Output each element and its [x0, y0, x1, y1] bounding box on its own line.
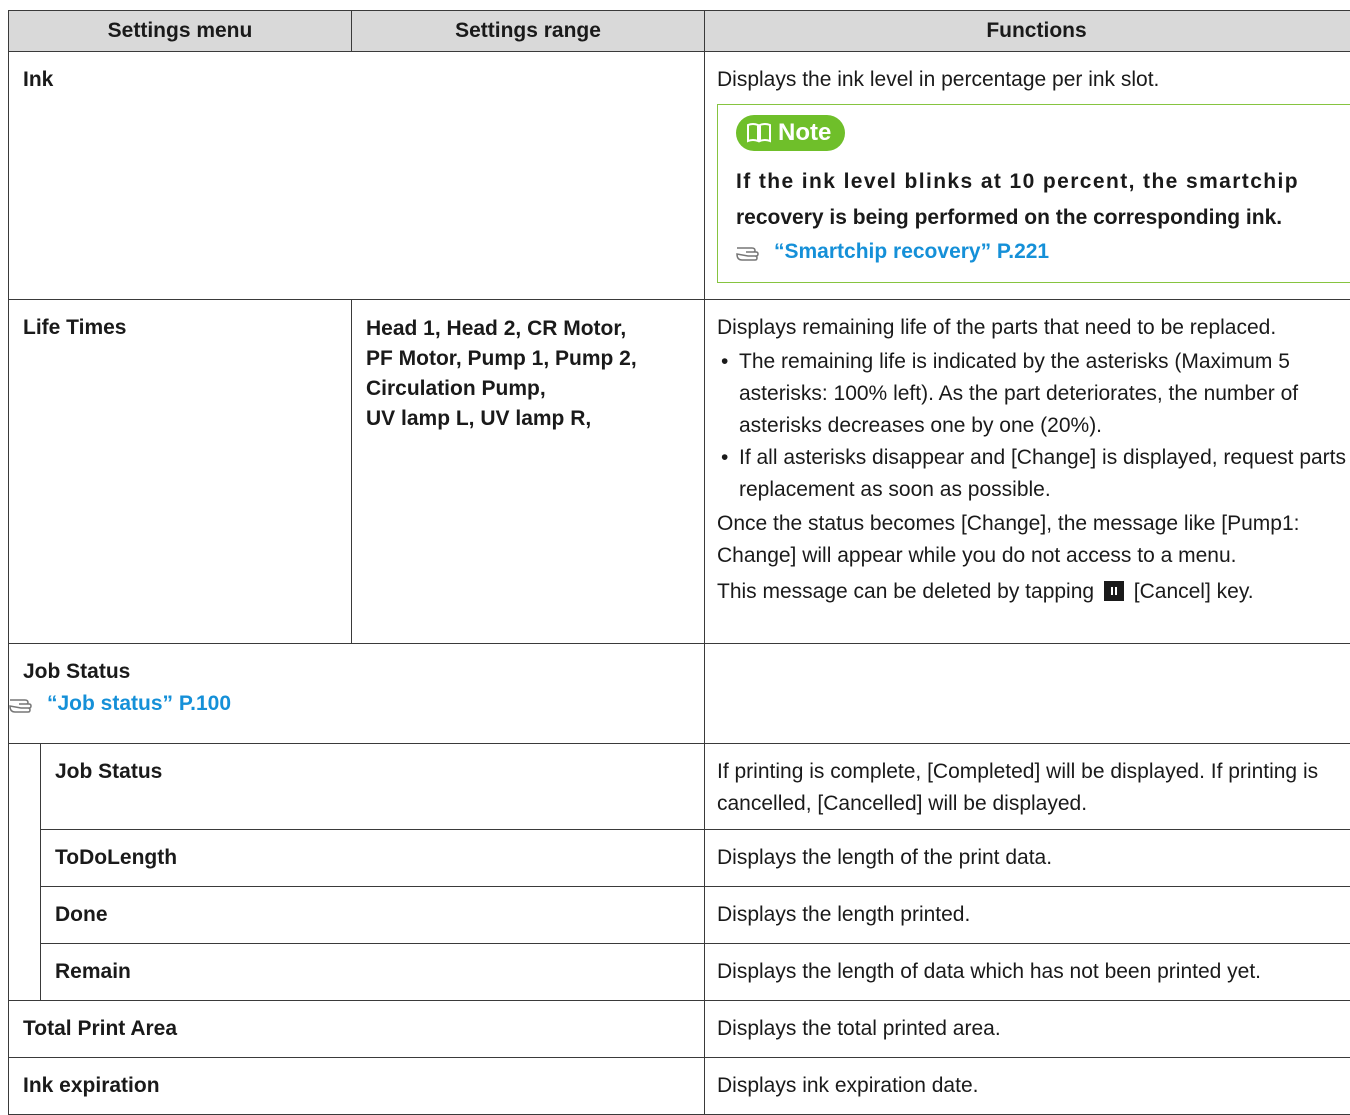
table-row: Done Displays the length printed. — [9, 887, 1350, 944]
func-ink: Displays the ink level in percentage per… — [705, 52, 1350, 300]
func-ink-text: Displays the ink level in percentage per… — [717, 64, 1350, 96]
table-row-job-status-group: Job Status “Job status” P.100 — [9, 644, 1350, 744]
sub-todolength: ToDoLength — [41, 830, 705, 887]
pointing-hand-icon — [736, 242, 764, 262]
pointing-hand-icon — [9, 694, 37, 714]
menu-life-times: Life Times — [9, 300, 352, 644]
func-life-para2-before: This message can be deleted by tapping — [717, 580, 1094, 603]
list-item: The remaining life is indicated by the a… — [717, 346, 1350, 442]
table-row-life-times: Life Times Head 1, Head 2, CR Motor, PF … — [9, 300, 1350, 644]
func-remain: Displays the length of data which has no… — [705, 944, 1350, 1001]
life-bullet-list: The remaining life is indicated by the a… — [717, 346, 1350, 506]
note-text: If the ink level blinks at 10 percent, t… — [736, 164, 1350, 236]
note-line-1: If the ink level blinks at 10 percent, t… — [736, 164, 1350, 200]
note-badge: Note — [736, 115, 845, 151]
table-row-ink: Ink Displays the ink level in percentage… — [9, 52, 1350, 300]
func-life-intro: Displays remaining life of the parts tha… — [717, 312, 1350, 344]
note-line-2: recovery is being performed on the corre… — [736, 200, 1350, 236]
func-done: Displays the length printed. — [705, 887, 1350, 944]
smartchip-recovery-ref: “Smartchip recovery” P.221 — [774, 236, 1049, 268]
note-box: Note If the ink level blinks at 10 perce… — [717, 104, 1350, 283]
sub-job-status: Job Status — [41, 744, 705, 830]
job-status-link[interactable]: “Job status” P.100 — [9, 688, 690, 720]
job-status-ref: “Job status” P.100 — [47, 688, 231, 720]
smartchip-recovery-link[interactable]: “Smartchip recovery” P.221 — [736, 236, 1350, 268]
range-line: Head 1, Head 2, CR Motor, — [366, 314, 690, 344]
func-todolength: Displays the length of the print data. — [705, 830, 1350, 887]
table-row-ink-expiration: Ink expiration Displays ink expiration d… — [9, 1058, 1350, 1115]
table-row: ToDoLength Displays the length of the pr… — [9, 830, 1350, 887]
book-icon — [746, 122, 772, 144]
func-life-para2: This message can be deleted by tapping [… — [717, 576, 1350, 608]
range-line: UV lamp L, UV lamp R, — [366, 404, 690, 434]
header-settings-menu: Settings menu — [9, 11, 352, 52]
menu-job-status-group: Job Status “Job status” P.100 — [9, 644, 705, 744]
cancel-key-icon — [1104, 581, 1124, 601]
range-line: PF Motor, Pump 1, Pump 2, — [366, 344, 690, 374]
menu-ink-expiration: Ink expiration — [9, 1058, 705, 1115]
header-settings-range: Settings range — [352, 11, 705, 52]
indent-cell — [9, 744, 41, 1001]
menu-total-print-area: Total Print Area — [9, 1001, 705, 1058]
func-job-status: If printing is complete, [Completed] wil… — [705, 744, 1350, 830]
table-header-row: Settings menu Settings range Functions — [9, 11, 1350, 52]
sub-done: Done — [41, 887, 705, 944]
settings-table: Settings menu Settings range Functions I… — [8, 10, 1350, 1115]
func-life-para1: Once the status becomes [Change], the me… — [717, 508, 1350, 572]
func-job-status-group — [705, 644, 1350, 744]
func-ink-expiration: Displays ink expiration date. — [705, 1058, 1350, 1115]
menu-ink: Ink — [9, 52, 705, 300]
list-item: If all asterisks disappear and [Change] … — [717, 442, 1350, 506]
table-row: Job Status If printing is complete, [Com… — [9, 744, 1350, 830]
func-total-print-area: Displays the total printed area. — [705, 1001, 1350, 1058]
job-status-group-label: Job Status — [23, 656, 690, 688]
table-row-total-print-area: Total Print Area Displays the total prin… — [9, 1001, 1350, 1058]
range-line: Circulation Pump, — [366, 374, 690, 404]
header-functions: Functions — [705, 11, 1350, 52]
note-label: Note — [778, 115, 831, 151]
table-row: Remain Displays the length of data which… — [9, 944, 1350, 1001]
range-life-times: Head 1, Head 2, CR Motor, PF Motor, Pump… — [352, 300, 705, 644]
func-life-times: Displays remaining life of the parts tha… — [705, 300, 1350, 644]
sub-remain: Remain — [41, 944, 705, 1001]
func-life-para2-after: [Cancel] key. — [1134, 580, 1254, 603]
